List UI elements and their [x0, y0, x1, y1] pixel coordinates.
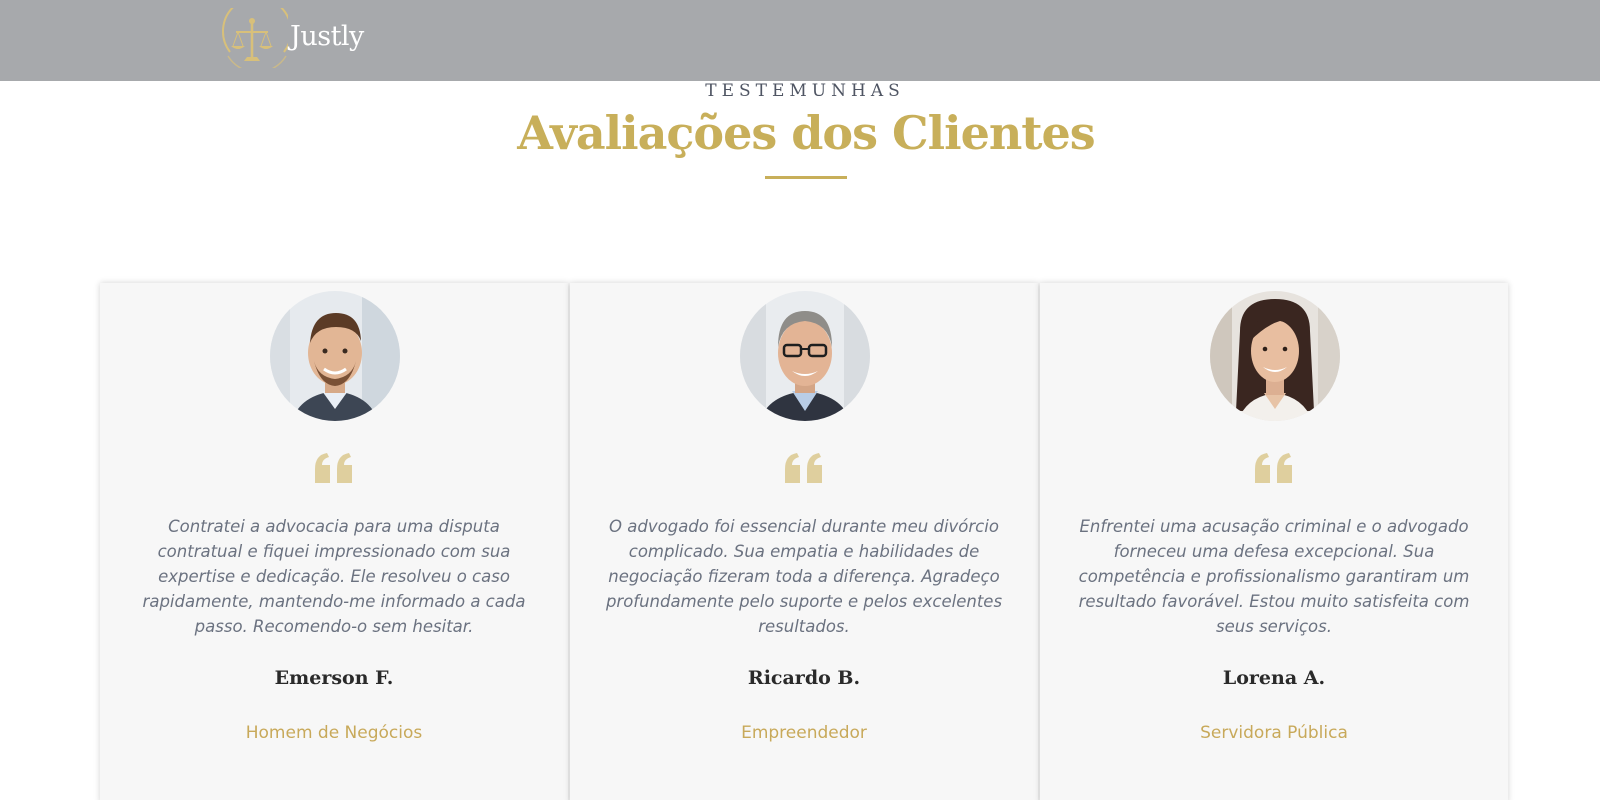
section-title: Avaliações dos Clientes	[517, 106, 1095, 160]
client-name: Emerson F.	[274, 667, 394, 689]
testimonial-text: O advogado foi essencial durante meu div…	[605, 517, 1003, 636]
client-photo-man	[270, 291, 400, 421]
client-name: Ricardo B.	[747, 667, 861, 689]
quote-icon	[785, 453, 822, 483]
site-header: Justly	[0, 0, 1600, 81]
client-role: Homem de Negócios	[245, 723, 423, 743]
quote-icon	[1255, 453, 1292, 483]
client-name: Lorena A.	[1222, 667, 1326, 689]
client-photo-man-glasses	[740, 291, 870, 421]
testimonial-card: O advogado foi essencial durante meu div…	[570, 283, 1038, 800]
quote-icon	[315, 453, 352, 483]
brand-logo[interactable]: Justly	[216, 8, 364, 68]
testimonials-list: Contratei a advocacia para uma disputa c…	[100, 283, 1512, 800]
testimonial-card: Enfrentei uma acusação criminal e o advo…	[1040, 283, 1508, 800]
client-avatar	[270, 291, 400, 421]
testimonial-text: Contratei a advocacia para uma disputa c…	[142, 517, 526, 636]
testimonial-card: Contratei a advocacia para uma disputa c…	[100, 283, 568, 800]
testimonial-text: Enfrentei uma acusação criminal e o advo…	[1078, 517, 1470, 636]
brand-name: Justly	[290, 20, 364, 52]
client-photo-woman	[1210, 291, 1340, 421]
client-role: Empreendedor	[741, 723, 867, 743]
client-avatar	[1210, 291, 1340, 421]
scales-of-justice-icon	[222, 8, 288, 68]
client-role: Servidora Pública	[1200, 723, 1348, 743]
title-underline	[765, 176, 847, 179]
client-avatar	[740, 291, 870, 421]
section-eyebrow: TESTEMUNHAS	[705, 81, 905, 101]
